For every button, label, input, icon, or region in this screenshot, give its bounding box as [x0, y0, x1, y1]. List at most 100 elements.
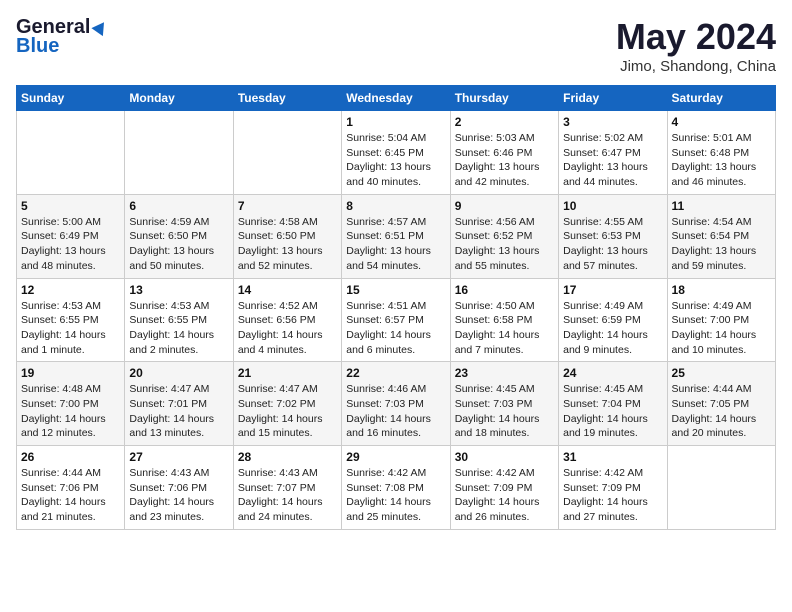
day-info: Sunrise: 4:55 AM Sunset: 6:53 PM Dayligh…	[563, 215, 662, 274]
location: Jimo, Shandong, China	[616, 58, 776, 75]
day-info: Sunrise: 5:00 AM Sunset: 6:49 PM Dayligh…	[21, 215, 120, 274]
calendar-cell: 25 Sunrise: 4:44 AM Sunset: 7:05 PM Dayli…	[667, 362, 775, 446]
day-info: Sunrise: 4:42 AM Sunset: 7:08 PM Dayligh…	[346, 466, 445, 525]
day-info: Sunrise: 4:51 AM Sunset: 6:57 PM Dayligh…	[346, 299, 445, 358]
day-number: 3	[563, 115, 662, 129]
day-number: 28	[238, 450, 337, 464]
day-info: Sunrise: 4:50 AM Sunset: 6:58 PM Dayligh…	[455, 299, 554, 358]
day-number: 5	[21, 199, 120, 213]
calendar-cell: 22 Sunrise: 4:46 AM Sunset: 7:03 PM Dayli…	[342, 362, 450, 446]
calendar-cell	[233, 111, 341, 195]
calendar-cell	[125, 111, 233, 195]
calendar-cell: 19 Sunrise: 4:48 AM Sunset: 7:00 PM Dayli…	[17, 362, 125, 446]
page-header: General Blue May 2024 Jimo, Shandong, Ch…	[16, 16, 776, 75]
day-info: Sunrise: 5:04 AM Sunset: 6:45 PM Dayligh…	[346, 131, 445, 190]
day-number: 18	[672, 283, 771, 297]
day-number: 19	[21, 366, 120, 380]
day-info: Sunrise: 4:46 AM Sunset: 7:03 PM Dayligh…	[346, 382, 445, 441]
calendar-cell: 16 Sunrise: 4:50 AM Sunset: 6:58 PM Dayli…	[450, 278, 558, 362]
calendar-cell: 29 Sunrise: 4:42 AM Sunset: 7:08 PM Dayli…	[342, 446, 450, 530]
calendar-cell: 21 Sunrise: 4:47 AM Sunset: 7:02 PM Dayli…	[233, 362, 341, 446]
calendar-cell	[667, 446, 775, 530]
calendar-cell: 10 Sunrise: 4:55 AM Sunset: 6:53 PM Dayli…	[559, 194, 667, 278]
day-info: Sunrise: 4:57 AM Sunset: 6:51 PM Dayligh…	[346, 215, 445, 274]
title-section: May 2024 Jimo, Shandong, China	[616, 16, 776, 75]
day-info: Sunrise: 4:58 AM Sunset: 6:50 PM Dayligh…	[238, 215, 337, 274]
weekday-header-sunday: Sunday	[17, 86, 125, 111]
day-number: 21	[238, 366, 337, 380]
logo: General Blue	[16, 16, 110, 58]
calendar-week-4: 19 Sunrise: 4:48 AM Sunset: 7:00 PM Dayli…	[17, 362, 776, 446]
calendar-cell: 24 Sunrise: 4:45 AM Sunset: 7:04 PM Dayli…	[559, 362, 667, 446]
calendar-cell: 4 Sunrise: 5:01 AM Sunset: 6:48 PM Daylig…	[667, 111, 775, 195]
day-info: Sunrise: 4:52 AM Sunset: 6:56 PM Dayligh…	[238, 299, 337, 358]
day-info: Sunrise: 4:49 AM Sunset: 7:00 PM Dayligh…	[672, 299, 771, 358]
calendar-cell: 26 Sunrise: 4:44 AM Sunset: 7:06 PM Dayli…	[17, 446, 125, 530]
day-number: 1	[346, 115, 445, 129]
calendar-cell: 1 Sunrise: 5:04 AM Sunset: 6:45 PM Daylig…	[342, 111, 450, 195]
day-info: Sunrise: 5:03 AM Sunset: 6:46 PM Dayligh…	[455, 131, 554, 190]
calendar-week-5: 26 Sunrise: 4:44 AM Sunset: 7:06 PM Dayli…	[17, 446, 776, 530]
weekday-header-wednesday: Wednesday	[342, 86, 450, 111]
day-info: Sunrise: 4:48 AM Sunset: 7:00 PM Dayligh…	[21, 382, 120, 441]
day-info: Sunrise: 4:49 AM Sunset: 6:59 PM Dayligh…	[563, 299, 662, 358]
day-number: 20	[129, 366, 228, 380]
day-info: Sunrise: 4:42 AM Sunset: 7:09 PM Dayligh…	[455, 466, 554, 525]
day-info: Sunrise: 4:47 AM Sunset: 7:02 PM Dayligh…	[238, 382, 337, 441]
day-number: 6	[129, 199, 228, 213]
day-number: 7	[238, 199, 337, 213]
day-number: 29	[346, 450, 445, 464]
day-number: 4	[672, 115, 771, 129]
calendar-cell: 30Sunrise: 4:42 AM Sunset: 7:09 PM Dayli…	[450, 446, 558, 530]
weekday-header-thursday: Thursday	[450, 86, 558, 111]
day-number: 26	[21, 450, 120, 464]
day-info: Sunrise: 4:44 AM Sunset: 7:06 PM Dayligh…	[21, 466, 120, 525]
day-info: Sunrise: 4:59 AM Sunset: 6:50 PM Dayligh…	[129, 215, 228, 274]
calendar-cell: 18 Sunrise: 4:49 AM Sunset: 7:00 PM Dayli…	[667, 278, 775, 362]
calendar-cell: 15 Sunrise: 4:51 AM Sunset: 6:57 PM Dayli…	[342, 278, 450, 362]
calendar-cell: 9Sunrise: 4:56 AM Sunset: 6:52 PM Daylig…	[450, 194, 558, 278]
day-number: 17	[563, 283, 662, 297]
day-number: 31	[563, 450, 662, 464]
weekday-header-monday: Monday	[125, 86, 233, 111]
calendar-cell: 31 Sunrise: 4:42 AM Sunset: 7:09 PM Dayli…	[559, 446, 667, 530]
calendar-week-2: 5 Sunrise: 5:00 AM Sunset: 6:49 PM Daylig…	[17, 194, 776, 278]
calendar-cell: 8 Sunrise: 4:57 AM Sunset: 6:51 PM Daylig…	[342, 194, 450, 278]
calendar-header-row: SundayMondayTuesdayWednesdayThursdayFrid…	[17, 86, 776, 111]
calendar-cell: 27 Sunrise: 4:43 AM Sunset: 7:06 PM Dayli…	[125, 446, 233, 530]
weekday-header-tuesday: Tuesday	[233, 86, 341, 111]
day-number: 15	[346, 283, 445, 297]
day-info: Sunrise: 4:56 AM Sunset: 6:52 PM Dayligh…	[455, 215, 554, 274]
day-info: Sunrise: 4:44 AM Sunset: 7:05 PM Dayligh…	[672, 382, 771, 441]
day-number: 27	[129, 450, 228, 464]
calendar-cell: 20Sunrise: 4:47 AM Sunset: 7:01 PM Dayli…	[125, 362, 233, 446]
calendar-cell: 3 Sunrise: 5:02 AM Sunset: 6:47 PM Daylig…	[559, 111, 667, 195]
day-info: Sunrise: 4:42 AM Sunset: 7:09 PM Dayligh…	[563, 466, 662, 525]
day-info: Sunrise: 4:43 AM Sunset: 7:06 PM Dayligh…	[129, 466, 228, 525]
calendar-cell: 5 Sunrise: 5:00 AM Sunset: 6:49 PM Daylig…	[17, 194, 125, 278]
day-number: 16	[455, 283, 554, 297]
weekday-header-saturday: Saturday	[667, 86, 775, 111]
logo-icon	[91, 19, 109, 37]
day-info: Sunrise: 4:53 AM Sunset: 6:55 PM Dayligh…	[129, 299, 228, 358]
weekday-header-friday: Friday	[559, 86, 667, 111]
day-info: Sunrise: 4:45 AM Sunset: 7:04 PM Dayligh…	[563, 382, 662, 441]
day-number: 12	[21, 283, 120, 297]
day-info: Sunrise: 5:01 AM Sunset: 6:48 PM Dayligh…	[672, 131, 771, 190]
calendar-table: SundayMondayTuesdayWednesdayThursdayFrid…	[16, 85, 776, 530]
calendar-cell: 17 Sunrise: 4:49 AM Sunset: 6:59 PM Dayli…	[559, 278, 667, 362]
logo-blue: Blue	[16, 35, 59, 58]
day-number: 11	[672, 199, 771, 213]
calendar-week-3: 12 Sunrise: 4:53 AM Sunset: 6:55 PM Dayli…	[17, 278, 776, 362]
day-info: Sunrise: 5:02 AM Sunset: 6:47 PM Dayligh…	[563, 131, 662, 190]
day-number: 10	[563, 199, 662, 213]
day-number: 22	[346, 366, 445, 380]
month-year: May 2024	[616, 16, 776, 58]
day-number: 24	[563, 366, 662, 380]
day-number: 25	[672, 366, 771, 380]
calendar-cell: 6 Sunrise: 4:59 AM Sunset: 6:50 PM Daylig…	[125, 194, 233, 278]
day-number: 8	[346, 199, 445, 213]
calendar-cell: 11Sunrise: 4:54 AM Sunset: 6:54 PM Dayli…	[667, 194, 775, 278]
calendar-cell: 13Sunrise: 4:53 AM Sunset: 6:55 PM Dayli…	[125, 278, 233, 362]
calendar-cell	[17, 111, 125, 195]
